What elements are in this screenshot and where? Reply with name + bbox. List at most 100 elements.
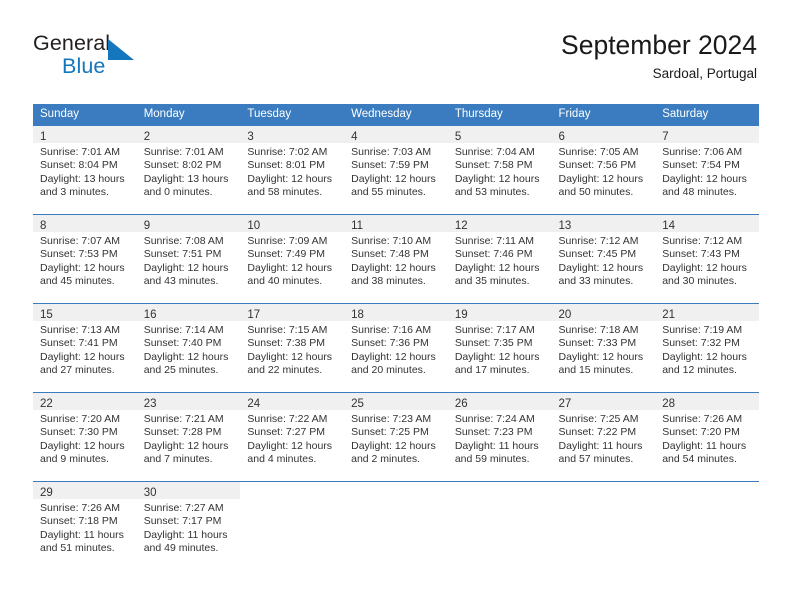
day-details: Sunrise: 7:19 AM Sunset: 7:32 PM Daylight:… xyxy=(655,321,759,377)
day-cell-6: 6 Sunrise: 7:05 AM Sunset: 7:56 PM Daylight… xyxy=(551,126,656,214)
sunrise-text: Sunrise: 7:24 AM xyxy=(454,413,535,425)
calendar-day-cell[interactable]: 4 Sunrise: 7:03 AM Sunset: 7:59 PM Daylight… xyxy=(344,126,448,215)
calendar-day-cell[interactable]: 14 Sunrise: 7:12 AM Sunset: 7:43 PM Dayligh… xyxy=(655,214,759,304)
calendar-day-cell[interactable]: 5 Sunrise: 7:04 AM Sunset: 7:58 PM Daylight… xyxy=(447,126,552,215)
day-number-band: 8 xyxy=(33,215,137,232)
day-details: Sunrise: 7:04 AM Sunset: 7:58 PM Daylight:… xyxy=(448,143,552,199)
calendar-day-cell[interactable]: 17 Sunrise: 7:15 AM Sunset: 7:38 PM Dayligh… xyxy=(240,303,345,393)
calendar-day-cell[interactable]: 10 Sunrise: 7:09 AM Sunset: 7:49 PM Dayligh… xyxy=(240,214,345,304)
brand-logo[interactable]: General Blue xyxy=(33,31,253,85)
calendar-day-cell[interactable]: 9 Sunrise: 7:08 AM Sunset: 7:51 PM Daylight… xyxy=(136,214,241,304)
sunrise-text: Sunrise: 7:03 AM xyxy=(351,146,432,158)
calendar-day-cell[interactable]: 12 Sunrise: 7:11 AM Sunset: 7:46 PM Dayligh… xyxy=(447,214,552,304)
day-number-band xyxy=(240,482,344,499)
daylight-text-line2: and 48 minutes. xyxy=(662,185,737,198)
day-number: 27 xyxy=(558,398,572,410)
sunset-text: Sunset: 7:58 PM xyxy=(454,159,533,172)
sunrise-text: Sunrise: 7:21 AM xyxy=(143,413,224,425)
calendar-day-cell[interactable]: 24 Sunrise: 7:22 AM Sunset: 7:27 PM Dayligh… xyxy=(240,392,345,482)
calendar-day-cell[interactable]: 1 Sunrise: 7:01 AM Sunset: 8:04 PM Daylight… xyxy=(33,126,137,215)
daylight-text-line1: Daylight: 12 hours xyxy=(558,261,644,274)
daylight-text-line1: Daylight: 12 hours xyxy=(143,439,229,452)
day-number-band: 28 xyxy=(655,393,759,410)
calendar-day-cell[interactable]: 23 Sunrise: 7:21 AM Sunset: 7:28 PM Dayligh… xyxy=(136,392,241,482)
page-header: General Blue September 2024 Sardoal, Por… xyxy=(0,0,792,96)
day-number: 28 xyxy=(662,398,676,410)
daylight-text-line1: Daylight: 12 hours xyxy=(351,172,436,185)
sunset-text: Sunset: 7:56 PM xyxy=(558,159,637,172)
day-cell-8: 8 Sunrise: 7:07 AM Sunset: 7:53 PM Daylight… xyxy=(33,215,137,303)
sunset-text: Sunset: 7:38 PM xyxy=(247,337,326,350)
day-cell-empty xyxy=(655,482,759,570)
brand-name-general: General xyxy=(33,31,111,55)
daylight-text-line1: Daylight: 12 hours xyxy=(662,172,747,185)
daylight-text-line2: and 20 minutes. xyxy=(351,363,426,376)
day-number-band: 7 xyxy=(655,126,759,143)
daylight-text-line1: Daylight: 12 hours xyxy=(454,261,540,274)
day-number: 12 xyxy=(454,220,468,232)
daylight-text-line2: and 50 minutes. xyxy=(558,185,634,198)
day-details xyxy=(655,499,759,502)
calendar-day-cell[interactable]: 27 Sunrise: 7:25 AM Sunset: 7:22 PM Dayligh… xyxy=(551,392,656,482)
day-cell-27: 27 Sunrise: 7:25 AM Sunset: 7:22 PM Dayligh… xyxy=(551,393,656,481)
calendar-day-cell[interactable]: 2 Sunrise: 7:01 AM Sunset: 8:02 PM Daylight… xyxy=(136,126,241,215)
day-details: Sunrise: 7:13 AM Sunset: 7:41 PM Daylight:… xyxy=(33,321,137,377)
calendar-day-cell[interactable]: 22 Sunrise: 7:20 AM Sunset: 7:30 PM Dayligh… xyxy=(33,392,137,482)
day-cell-empty xyxy=(448,482,552,570)
day-cell-30: 30 Sunrise: 7:27 AM Sunset: 7:17 PM Dayligh… xyxy=(136,482,241,570)
sunset-text: Sunset: 7:51 PM xyxy=(143,248,222,261)
day-cell-17: 17 Sunrise: 7:15 AM Sunset: 7:38 PM Dayligh… xyxy=(240,304,345,392)
calendar-day-cell[interactable]: 3 Sunrise: 7:02 AM Sunset: 8:01 PM Daylight… xyxy=(240,126,345,215)
calendar-day-cell[interactable]: 30 Sunrise: 7:27 AM Sunset: 7:17 PM Dayligh… xyxy=(136,481,241,570)
day-details: Sunrise: 7:12 AM Sunset: 7:45 PM Daylight:… xyxy=(552,232,656,288)
day-cell-19: 19 Sunrise: 7:17 AM Sunset: 7:35 PM Dayligh… xyxy=(447,304,552,392)
day-details xyxy=(552,499,656,502)
calendar-day-cell[interactable]: 13 Sunrise: 7:12 AM Sunset: 7:45 PM Dayligh… xyxy=(551,214,656,304)
day-number: 11 xyxy=(351,220,364,232)
calendar-body: 1 Sunrise: 7:01 AM Sunset: 8:04 PM Daylight… xyxy=(33,126,759,570)
calendar-day-cell[interactable]: 20 Sunrise: 7:18 AM Sunset: 7:33 PM Dayligh… xyxy=(551,303,656,393)
calendar-day-cell[interactable]: 26 Sunrise: 7:24 AM Sunset: 7:23 PM Dayligh… xyxy=(447,392,552,482)
day-details: Sunrise: 7:22 AM Sunset: 7:27 PM Daylight:… xyxy=(240,410,344,466)
calendar-day-cell[interactable]: 6 Sunrise: 7:05 AM Sunset: 7:56 PM Daylight… xyxy=(551,126,656,215)
day-number: 10 xyxy=(247,220,261,232)
day-details: Sunrise: 7:07 AM Sunset: 7:53 PM Daylight:… xyxy=(33,232,137,288)
day-details: Sunrise: 7:26 AM Sunset: 7:18 PM Daylight:… xyxy=(33,499,137,555)
daylight-text-line1: Daylight: 12 hours xyxy=(247,439,333,452)
daylight-text-line1: Daylight: 12 hours xyxy=(40,261,125,274)
calendar-day-cell[interactable]: 8 Sunrise: 7:07 AM Sunset: 7:53 PM Daylight… xyxy=(33,214,137,304)
calendar-day-cell[interactable]: 29 Sunrise: 7:26 AM Sunset: 7:18 PM Dayligh… xyxy=(33,481,137,570)
sunrise-text: Sunrise: 7:17 AM xyxy=(454,324,535,336)
sunrise-text: Sunrise: 7:10 AM xyxy=(351,235,432,247)
calendar-day-cell[interactable]: 19 Sunrise: 7:17 AM Sunset: 7:35 PM Dayligh… xyxy=(447,303,552,393)
calendar-day-cell[interactable]: 16 Sunrise: 7:14 AM Sunset: 7:40 PM Dayligh… xyxy=(136,303,241,393)
calendar-day-cell[interactable]: 18 Sunrise: 7:16 AM Sunset: 7:36 PM Dayligh… xyxy=(344,303,448,393)
sunset-text: Sunset: 7:32 PM xyxy=(662,337,740,350)
daylight-text-line2: and 45 minutes. xyxy=(40,274,115,287)
daylight-text-line1: Daylight: 12 hours xyxy=(247,350,333,363)
sunrise-text: Sunrise: 7:12 AM xyxy=(662,235,743,247)
day-cell-5: 5 Sunrise: 7:04 AM Sunset: 7:58 PM Daylight… xyxy=(447,126,552,214)
calendar-day-cell[interactable]: 21 Sunrise: 7:19 AM Sunset: 7:32 PM Dayligh… xyxy=(655,303,759,393)
calendar-day-cell[interactable]: 15 Sunrise: 7:13 AM Sunset: 7:41 PM Dayligh… xyxy=(33,303,137,393)
day-number: 7 xyxy=(662,131,669,143)
daylight-text-line2: and 49 minutes. xyxy=(143,541,219,554)
sunrise-text: Sunrise: 7:27 AM xyxy=(143,502,224,514)
day-number: 6 xyxy=(558,131,565,143)
calendar-day-cell[interactable]: 11 Sunrise: 7:10 AM Sunset: 7:48 PM Dayligh… xyxy=(344,214,448,304)
day-number-band xyxy=(655,482,759,499)
weekday-header-tuesday: Tuesday xyxy=(240,104,345,126)
weekday-header-thursday: Thursday xyxy=(447,104,552,126)
day-details: Sunrise: 7:24 AM Sunset: 7:23 PM Daylight:… xyxy=(448,410,552,466)
sunrise-text: Sunrise: 7:01 AM xyxy=(143,146,224,158)
calendar-day-cell[interactable]: 7 Sunrise: 7:06 AM Sunset: 7:54 PM Daylight… xyxy=(655,126,759,215)
sunset-text: Sunset: 7:17 PM xyxy=(143,515,222,528)
calendar-day-cell[interactable]: 28 Sunrise: 7:26 AM Sunset: 7:20 PM Dayligh… xyxy=(655,392,759,482)
day-number-band: 15 xyxy=(33,304,137,321)
day-details: Sunrise: 7:10 AM Sunset: 7:48 PM Daylight:… xyxy=(344,232,448,288)
sunrise-text: Sunrise: 7:16 AM xyxy=(351,324,432,336)
calendar-day-cell[interactable]: 25 Sunrise: 7:23 AM Sunset: 7:25 PM Dayligh… xyxy=(344,392,448,482)
calendar-day-cell xyxy=(655,481,759,570)
day-number: 2 xyxy=(143,131,151,143)
daylight-text-line2: and 59 minutes. xyxy=(454,452,530,465)
